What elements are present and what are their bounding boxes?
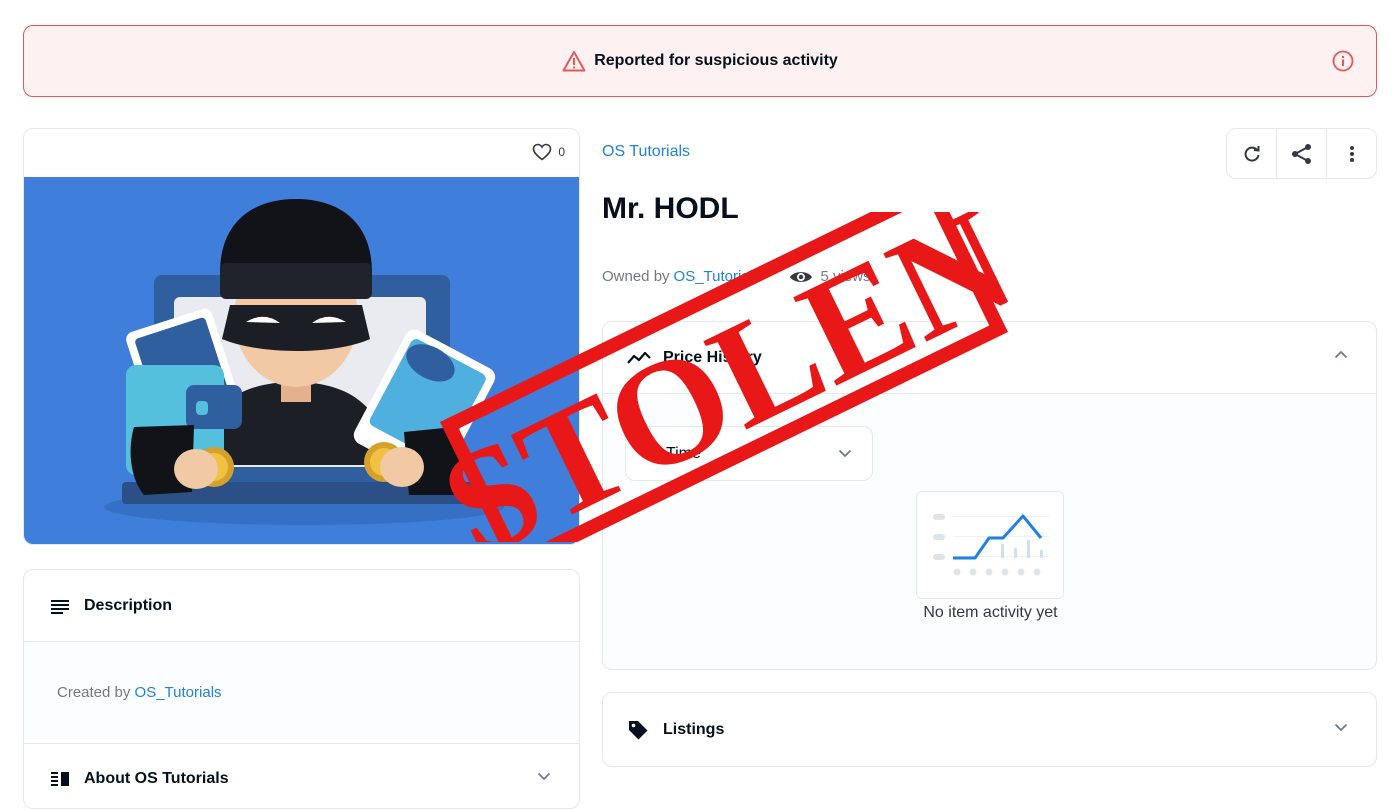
- views-count: 5 views: [789, 268, 871, 285]
- item-actions: [1226, 128, 1377, 179]
- description-heading: Description: [84, 596, 173, 614]
- warning-triangle-icon: [562, 51, 586, 72]
- listings-header[interactable]: Listings: [603, 693, 1376, 766]
- thief-illustration: [104, 199, 504, 525]
- favorite-button[interactable]: 0: [532, 143, 565, 161]
- suspicious-activity-banner: Reported for suspicious activity: [23, 25, 1377, 97]
- more-vertical-icon: [1349, 145, 1354, 162]
- price-history-panel: Price History All Time No item activity …: [602, 321, 1377, 670]
- about-icon: [51, 772, 69, 786]
- chevron-down-icon: [1334, 723, 1348, 732]
- favorite-count: 0: [558, 145, 565, 159]
- price-history-body: All Time No item activity yet: [603, 394, 1376, 669]
- listings-heading: Listings: [663, 720, 725, 738]
- time-range-select[interactable]: All Time: [625, 426, 873, 481]
- empty-chart-icon: [933, 514, 1049, 576]
- chevron-up-icon: [1334, 350, 1348, 359]
- refresh-button[interactable]: [1227, 129, 1277, 178]
- description-header[interactable]: Description: [24, 570, 579, 642]
- owned-by-label: Owned by: [602, 268, 670, 285]
- tag-icon: [629, 720, 648, 739]
- info-icon[interactable]: [1332, 50, 1354, 72]
- empty-state-text: No item activity yet: [923, 604, 1058, 621]
- refresh-icon: [1244, 145, 1259, 162]
- price-history-heading: Price History: [663, 348, 762, 366]
- about-collection-header[interactable]: About OS Tutorials: [24, 744, 579, 808]
- chart-line-icon: [627, 351, 651, 364]
- share-icon: [1291, 143, 1311, 164]
- image-card-header: 0: [24, 129, 579, 177]
- chevron-down-icon: [838, 449, 852, 458]
- heart-icon: [533, 143, 552, 161]
- more-options-button[interactable]: [1327, 129, 1376, 178]
- item-image-card: 0: [23, 128, 580, 545]
- eye-icon: [789, 271, 812, 282]
- banner-text: Reported for suspicious activity: [594, 52, 838, 69]
- nft-artwork[interactable]: [24, 177, 579, 544]
- share-button[interactable]: [1277, 129, 1327, 178]
- collection-link[interactable]: OS Tutorials: [602, 143, 690, 161]
- listings-panel: Listings: [602, 692, 1377, 767]
- description-body: Created by OS_Tutorials: [24, 642, 579, 744]
- time-range-value: All Time: [644, 444, 701, 462]
- creator-link[interactable]: OS_Tutorials: [135, 684, 222, 701]
- list-lines-icon: [51, 599, 69, 614]
- created-by-label: Created by: [57, 684, 131, 701]
- empty-chart-illustration: [916, 491, 1064, 599]
- views-text: 5 views: [820, 268, 871, 285]
- about-heading: About OS Tutorials: [84, 770, 229, 787]
- item-title: Mr. HODL: [602, 192, 739, 225]
- ownership-row: Owned by OS_Tutorials 5 views: [602, 268, 871, 285]
- description-panel: Description Created by OS_Tutorials Abou…: [23, 569, 580, 809]
- chevron-down-icon: [537, 772, 551, 781]
- owner-link[interactable]: OS_Tutorials: [674, 268, 761, 285]
- price-history-header[interactable]: Price History: [603, 322, 1376, 394]
